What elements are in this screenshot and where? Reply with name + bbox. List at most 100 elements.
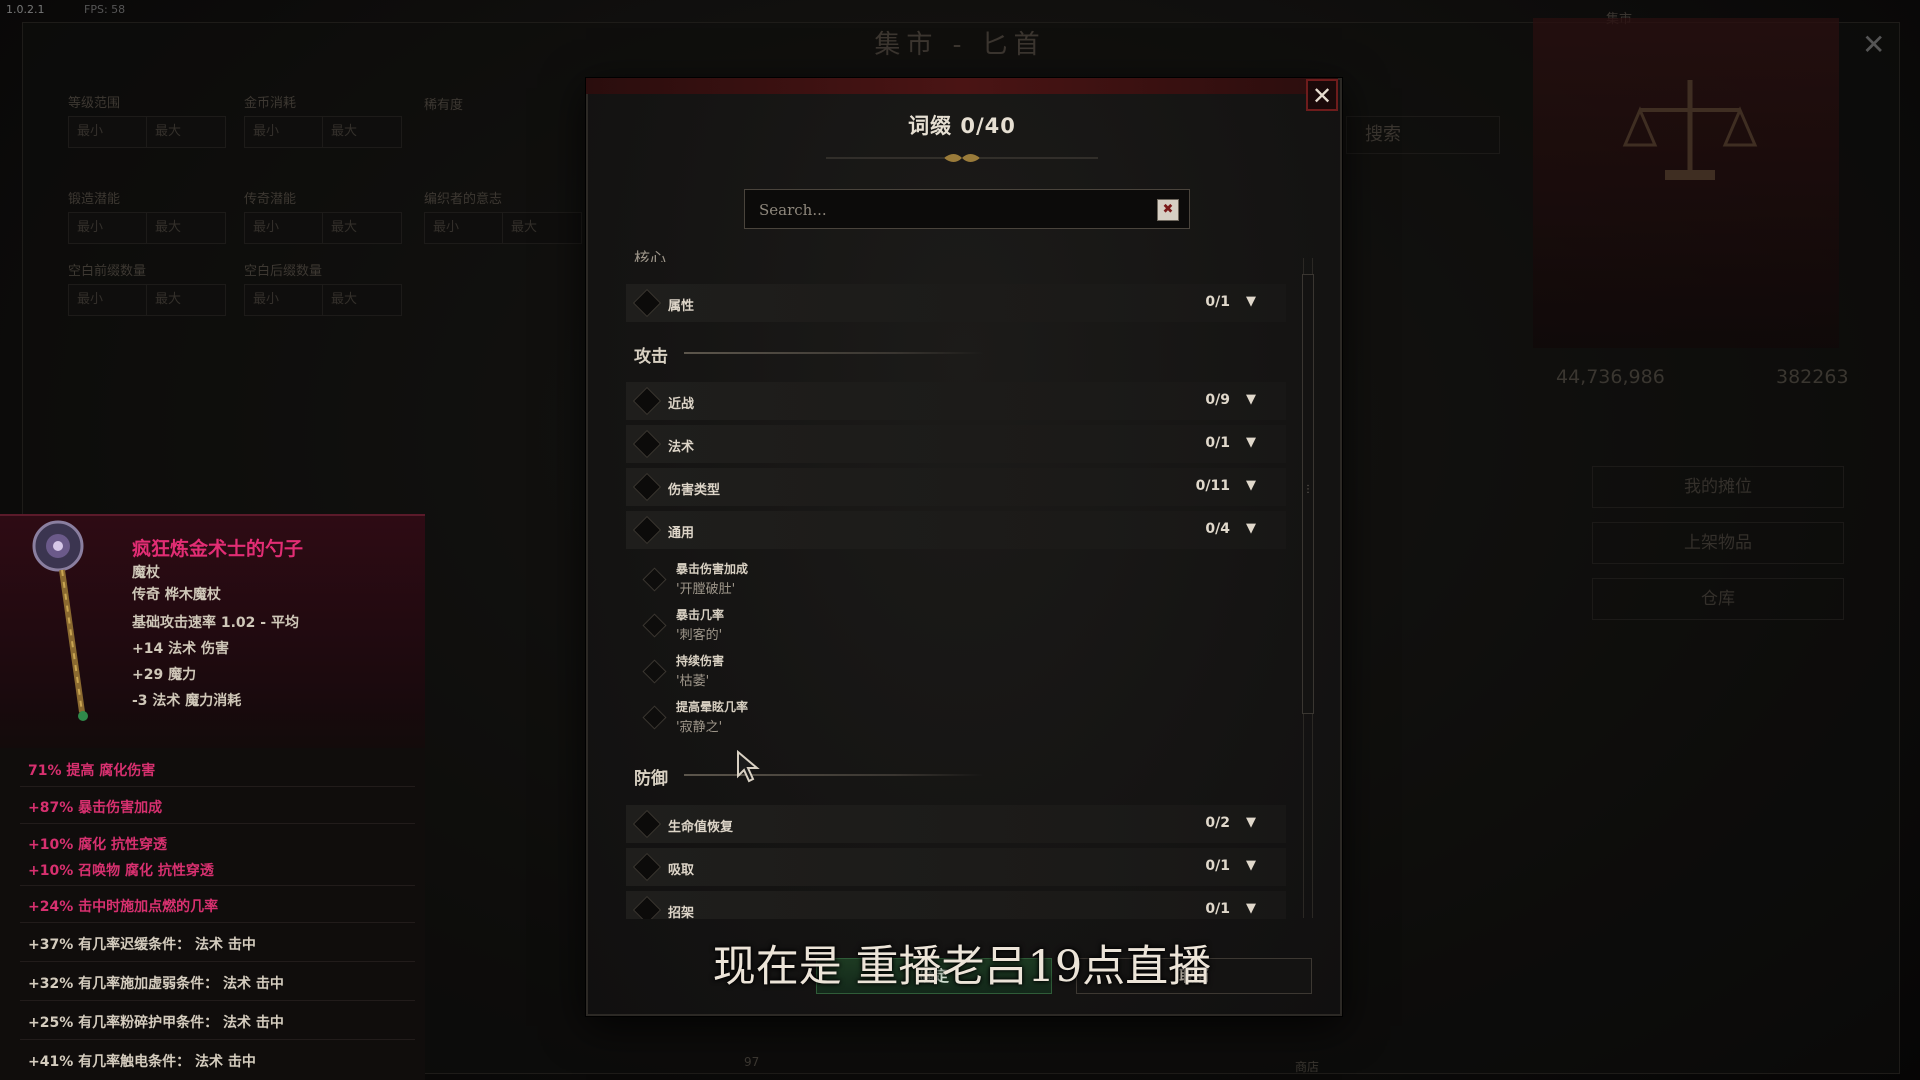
item-implicit-1: +14 法术 伤害	[132, 641, 229, 657]
category-count: 0/1	[1205, 435, 1230, 451]
item-implicit-3: -3 法术 魔力消耗	[132, 693, 242, 709]
affix-divider	[20, 1039, 415, 1040]
affix-category-row[interactable]: 生命值恢复 0/2 ▼	[626, 805, 1286, 843]
category-label: 招架	[668, 906, 695, 919]
wand-icon	[32, 520, 88, 721]
affix-option[interactable]: 暴击几率 '刺客的'	[642, 606, 1046, 650]
gold-min-field[interactable]: 最小	[244, 116, 324, 148]
empty-suffix-label: 空白后缀数量	[244, 264, 323, 279]
chevron-down-icon[interactable]: ▼	[1246, 815, 1256, 830]
affix-option-name: '刺客的'	[676, 628, 723, 643]
item-base-attack: 基础攻击速率 1.02 - 平均	[132, 615, 299, 631]
chevron-down-icon[interactable]: ▼	[1246, 521, 1256, 536]
item-affix: +10% 召唤物 腐化 抗性穿透	[28, 863, 214, 879]
category-label: 属性	[668, 299, 695, 314]
weaver-min-field[interactable]: 最小	[424, 212, 504, 244]
clear-search-icon[interactable]: ✖	[1157, 199, 1179, 221]
scroll-grip-icon: ⋮	[1303, 484, 1313, 495]
affix-option-name: '寂静之'	[676, 720, 723, 735]
stash-button[interactable]: 仓库	[1592, 578, 1844, 620]
category-count: 0/1	[1205, 901, 1230, 917]
version-label: 1.0.2.1	[6, 3, 45, 16]
item-type: 魔杖	[132, 565, 160, 581]
diamond-icon	[632, 895, 662, 919]
modal-title: 词缀 0/40	[908, 114, 1016, 138]
chevron-down-icon[interactable]: ▼	[1246, 435, 1256, 450]
level-max-field[interactable]: 最大	[146, 116, 226, 148]
legendary-max-field[interactable]: 最大	[322, 212, 402, 244]
chevron-down-icon[interactable]: ▼	[1246, 901, 1256, 916]
affix-option[interactable]: 提高晕眩几率 '寂静之'	[642, 698, 1046, 742]
diamond-icon	[632, 515, 662, 545]
suffix-max-field[interactable]: 最大	[322, 284, 402, 316]
fps-counter: FPS: 58	[84, 3, 126, 16]
favor-amount: 382263	[1776, 366, 1849, 388]
legendary-min-field[interactable]: 最小	[244, 212, 324, 244]
forge-min-field[interactable]: 最小	[68, 212, 148, 244]
item-affix: +24% 击中时施加点燃的几率	[28, 899, 219, 915]
category-label: 通用	[668, 526, 695, 541]
affix-search-input[interactable]	[757, 198, 1141, 222]
affix-option-name: '枯萎'	[676, 674, 710, 689]
close-icon[interactable]: ✕	[1306, 79, 1338, 111]
forge-max-field[interactable]: 最大	[146, 212, 226, 244]
affix-option[interactable]: 持续伤害 '枯萎'	[642, 652, 1046, 696]
chevron-down-icon[interactable]: ▼	[1246, 392, 1256, 407]
item-affix: 71% 提高 腐化伤害	[28, 763, 156, 779]
chevron-down-icon[interactable]: ▼	[1246, 478, 1256, 493]
affix-option[interactable]: 暴击伤害加成 '开膛破肚'	[642, 560, 1046, 604]
category-label: 法术	[668, 440, 695, 455]
affix-category-row[interactable]: 伤害类型 0/11 ▼	[626, 468, 1286, 506]
weaver-will-label: 编织者的意志	[424, 192, 503, 207]
affix-category-row[interactable]: 属性 0/1 ▼	[626, 284, 1286, 322]
item-affix: +87% 暴击伤害加成	[28, 800, 163, 816]
shop-label: 商店	[1295, 1060, 1320, 1074]
close-market-icon[interactable]: ✕	[1862, 28, 1885, 61]
affix-category-row[interactable]: 近战 0/9 ▼	[626, 382, 1286, 420]
category-count: 0/1	[1205, 858, 1230, 874]
affix-option-label: 暴击几率	[676, 608, 725, 622]
category-count: 0/2	[1205, 815, 1230, 831]
category-count: 0/1	[1205, 294, 1230, 310]
gold-max-field[interactable]: 最大	[322, 116, 402, 148]
item-affix: +32% 有几率施加虚弱条件： 法术 击中	[28, 976, 284, 992]
item-affix: +10% 腐化 抗性穿透	[28, 837, 167, 853]
prefix-max-field[interactable]: 最大	[146, 284, 226, 316]
affix-category-row[interactable]: 法术 0/1 ▼	[626, 425, 1286, 463]
category-label: 吸取	[668, 863, 695, 878]
affix-option-label: 暴击伤害加成	[676, 562, 749, 576]
suffix-min-field[interactable]: 最小	[244, 284, 324, 316]
empty-prefix-label: 空白前缀数量	[68, 264, 147, 279]
item-implicit-2: +29 魔力	[132, 667, 197, 683]
affix-option-name: '开膛破肚'	[676, 582, 736, 597]
level-range-label: 等级范围	[68, 96, 121, 111]
affix-divider	[20, 823, 415, 824]
item-affix: +41% 有几率触电条件： 法术 击中	[28, 1054, 256, 1070]
scales-icon	[1622, 80, 1758, 180]
affix-option-label: 提高晕眩几率	[676, 700, 749, 714]
mouse-cursor-icon	[737, 750, 760, 783]
my-stall-button[interactable]: 我的摊位	[1592, 466, 1844, 508]
affix-category-row[interactable]: 招架 0/1 ▼	[626, 891, 1286, 919]
affix-divider	[20, 786, 415, 787]
diamond-icon	[642, 705, 667, 730]
affix-category-row-expanded[interactable]: 通用 0/4 ▼	[626, 511, 1286, 549]
weaver-max-field[interactable]: 最大	[502, 212, 582, 244]
category-label: 近战	[668, 397, 695, 412]
category-count: 0/9	[1205, 392, 1230, 408]
item-affix: +25% 有几率粉碎护甲条件： 法术 击中	[28, 1015, 284, 1031]
affix-divider	[20, 885, 415, 886]
market-search-button[interactable]: 搜索	[1346, 116, 1500, 154]
level-min-field[interactable]: 最小	[68, 116, 148, 148]
forge-potential-label: 锻造潜能	[68, 192, 121, 207]
affix-category-row[interactable]: 吸取 0/1 ▼	[626, 848, 1286, 886]
diamond-icon	[632, 852, 662, 882]
list-item-button[interactable]: 上架物品	[1592, 522, 1844, 564]
section-defense-heading: 防御	[634, 769, 668, 789]
category-label: 伤害类型	[668, 483, 721, 498]
chevron-down-icon[interactable]: ▼	[1246, 294, 1256, 309]
gold-cost-label: 金币消耗	[244, 96, 297, 111]
prefix-min-field[interactable]: 最小	[68, 284, 148, 316]
chevron-down-icon[interactable]: ▼	[1246, 858, 1256, 873]
page-number: 97	[744, 1055, 760, 1069]
